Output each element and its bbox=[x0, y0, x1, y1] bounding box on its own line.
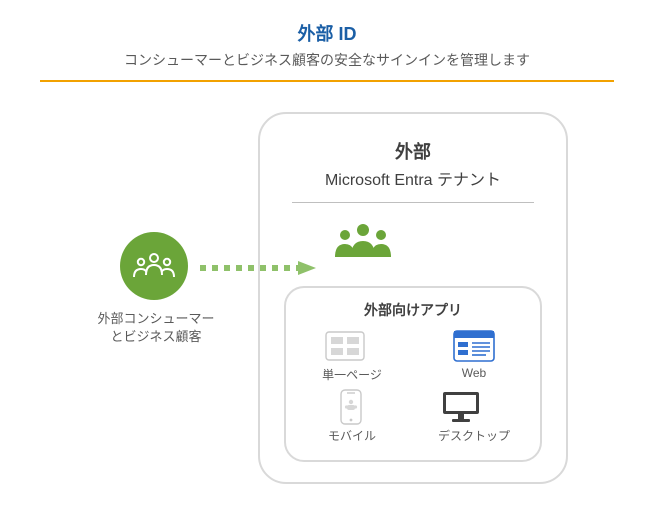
app-label-web: Web bbox=[451, 366, 497, 380]
tenant-panel: 外部 Microsoft Entra テナント 外部向けアプリ bbox=[258, 112, 568, 484]
app-item-desktop: デスクトップ bbox=[438, 389, 510, 444]
app-item-spa: 単一ページ bbox=[322, 328, 382, 383]
app-label-desktop: デスクトップ bbox=[438, 427, 510, 444]
tenant-divider bbox=[292, 202, 534, 203]
app-item-web: Web bbox=[451, 328, 497, 383]
app-label-mobile: モバイル bbox=[328, 427, 376, 444]
diagram-canvas: 外部コンシューマー とビジネス顧客 外部 Microsoft Entra テナン… bbox=[0, 82, 654, 502]
spa-icon bbox=[322, 328, 368, 364]
desktop-icon bbox=[438, 389, 484, 425]
header: 外部 ID コンシューマーとビジネス顧客の安全なサインインを管理します bbox=[0, 0, 654, 82]
app-item-mobile: モバイル bbox=[328, 389, 376, 444]
mobile-icon bbox=[328, 389, 374, 425]
page-subtitle: コンシューマーとビジネス顧客の安全なサインインを管理します bbox=[0, 50, 654, 70]
tenant-users-icon bbox=[332, 221, 542, 266]
apps-panel: 外部向けアプリ 単一ページ bbox=[284, 286, 542, 462]
page-title: 外部 ID bbox=[0, 20, 654, 46]
external-consumers-label-line1: 外部コンシューマー bbox=[97, 311, 214, 326]
external-consumers-label-line2: とビジネス顧客 bbox=[110, 329, 201, 344]
apps-grid: 単一ページ bbox=[300, 328, 526, 444]
tenant-title-1: 外部 bbox=[284, 138, 542, 164]
external-consumers-circle bbox=[120, 232, 188, 300]
app-label-spa: 単一ページ bbox=[322, 366, 382, 383]
apps-title: 外部向けアプリ bbox=[300, 300, 526, 320]
people-icon bbox=[131, 249, 177, 283]
external-consumers-label: 外部コンシューマー とビジネス顧客 bbox=[86, 310, 226, 346]
tenant-title-2: Microsoft Entra テナント bbox=[284, 166, 542, 190]
web-icon bbox=[451, 328, 497, 364]
